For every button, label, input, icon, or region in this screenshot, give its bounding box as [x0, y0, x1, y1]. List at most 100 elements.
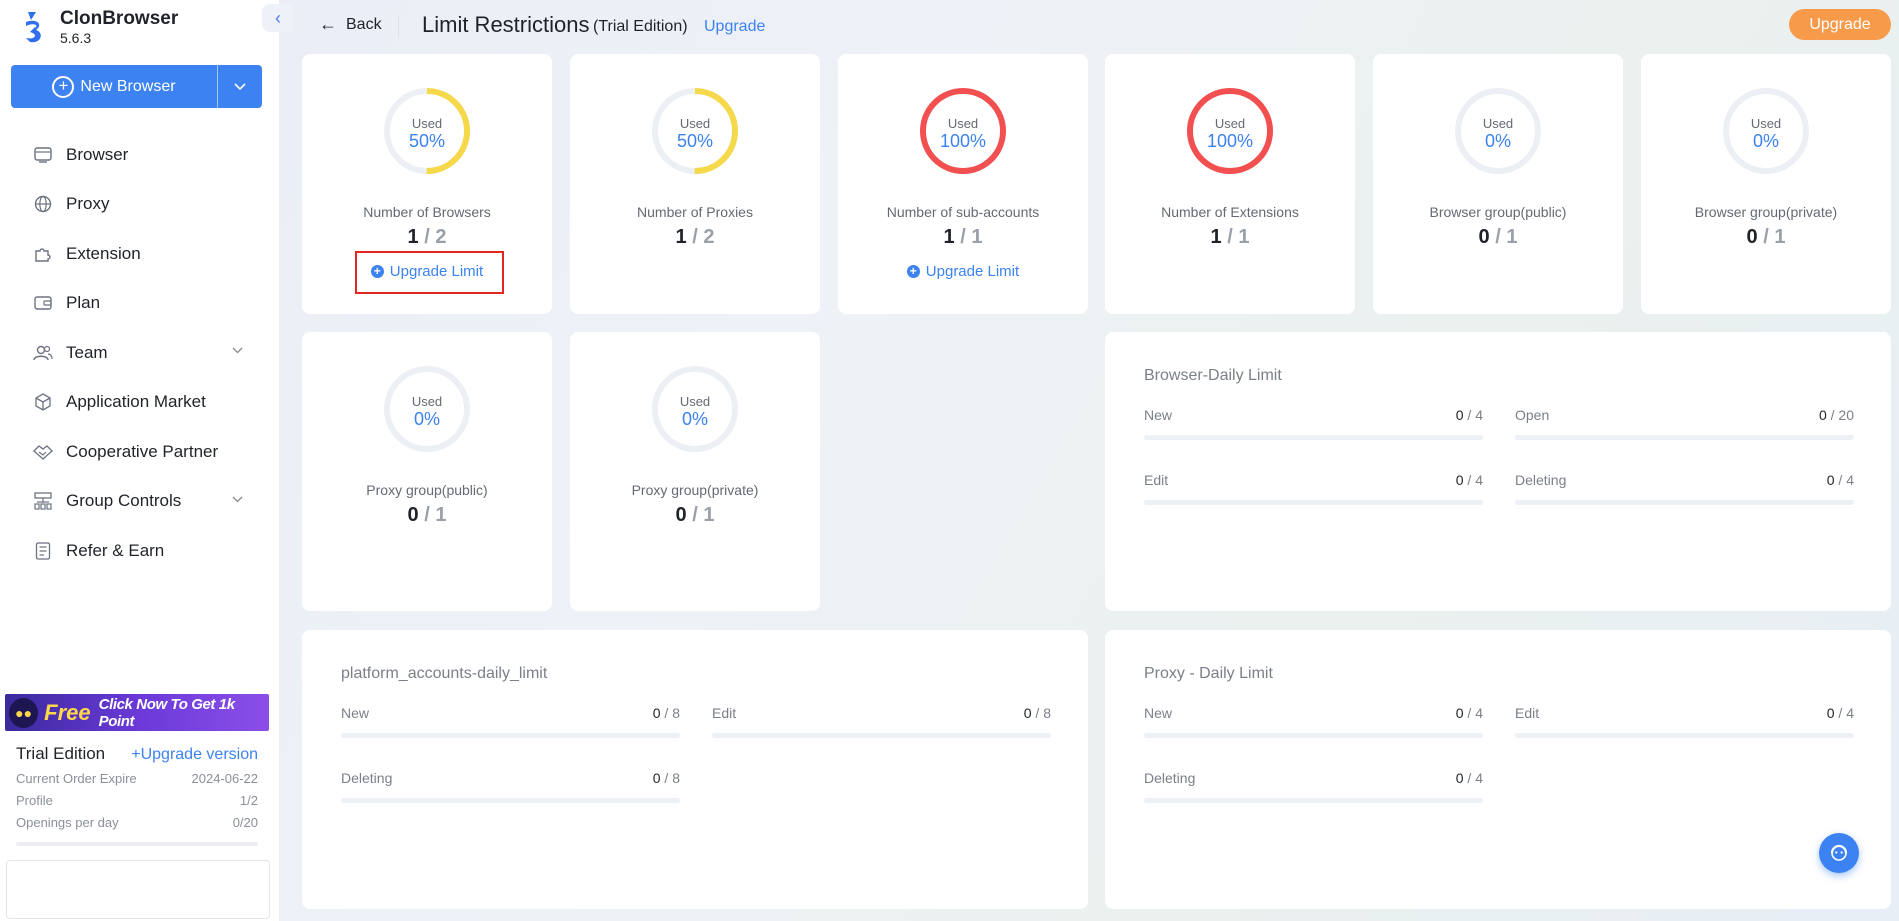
limit-total: 20 [1838, 407, 1854, 423]
plan-row: Current Order Expire 2024-06-22 [16, 771, 258, 786]
progress-bar [1144, 798, 1483, 803]
used-percent: 0% [1484, 131, 1511, 151]
limit-item: Edit 0 / 8 [712, 705, 1051, 738]
stat-label: Number of Browsers [363, 204, 491, 220]
sidebar-item-browser[interactable]: Browser [0, 130, 280, 180]
usage-ring: Used 0% [1454, 87, 1542, 175]
plus-circle-icon: + [906, 264, 920, 278]
total-count: 2 [435, 226, 447, 248]
new-browser-dropdown[interactable] [218, 65, 262, 108]
limit-total: 4 [1846, 705, 1854, 721]
used-percent: 0% [681, 409, 708, 429]
sidebar-item-label: Application Market [66, 392, 206, 412]
browser-icon [33, 145, 53, 165]
sidebar-item-group-controls[interactable]: Group Controls [0, 477, 280, 527]
upgrade-button[interactable]: Upgrade [1789, 9, 1891, 40]
page-subtitle: (Trial Edition) [593, 18, 688, 35]
promo-free: Free [44, 699, 91, 725]
app-version: 5.6.3 [60, 30, 92, 46]
upgrade-limit-button[interactable]: + Upgrade Limit [838, 261, 1088, 281]
limit-total: 8 [672, 705, 680, 721]
brand[interactable]: ClonBrowser 5.6.3 [22, 8, 178, 48]
back-label: Back [346, 15, 382, 33]
limit-total: 4 [1475, 770, 1483, 786]
progress-bar [1144, 733, 1483, 738]
stat-card-browser-group-public: Used 0% Browser group(public) 0 / 1 [1373, 54, 1623, 314]
progress-bar [712, 733, 1051, 738]
promo-banner[interactable]: ●● Free Click Now To Get 1k Point [5, 694, 269, 731]
used-label: Used [1482, 116, 1514, 131]
sidebar-item-cooperative-partner[interactable]: Cooperative Partner [0, 427, 280, 477]
stat-count: 0 / 1 [1746, 226, 1786, 248]
customer-support-button[interactable] [1819, 833, 1859, 873]
used-label: Used [411, 116, 443, 131]
total-count: 1 [971, 226, 983, 248]
sidebar-item-label: Proxy [66, 194, 110, 214]
sidebar-item-plan[interactable]: Plan [0, 279, 280, 329]
plan-row-label: Openings per day [16, 815, 119, 830]
stat-count: 0 / 1 [675, 504, 715, 526]
stat-card-proxy-group-public: Used 0% Proxy group(public) 0 / 1 [302, 332, 552, 611]
sidebar-item-proxy[interactable]: Proxy [0, 180, 280, 230]
used-label: Used [947, 116, 979, 131]
stat-label: Browser group(public) [1429, 204, 1567, 220]
limit-label: New [1144, 407, 1173, 423]
progress-bar [1144, 435, 1483, 440]
upgrade-version-link[interactable]: +Upgrade version [131, 746, 258, 764]
collapse-sidebar-button[interactable]: ‹ [262, 4, 294, 32]
upgrade-limit-label: Upgrade Limit [925, 262, 1020, 280]
sidebar-item-application-market[interactable]: Application Market [0, 378, 280, 428]
limit-used: 0 [1455, 705, 1464, 721]
usage-ring: Used 0% [1722, 87, 1810, 175]
limit-item: New 0 / 4 [1144, 407, 1483, 440]
limit-label: Edit [712, 705, 737, 721]
plan-title: Trial Edition [16, 744, 106, 763]
stat-count: 1 / 2 [675, 226, 715, 248]
sidebar-item-label: Browser [66, 144, 129, 164]
stat-count: 0 / 1 [1478, 226, 1518, 248]
usage-ring: Used 100% [1186, 87, 1274, 175]
support-icon [1830, 844, 1848, 861]
sidebar: ClonBrowser 5.6.3 ‹ + New Browser Browse… [0, 0, 294, 921]
limit-used: 0 [1455, 770, 1464, 786]
used-percent: 0% [413, 409, 440, 429]
robot-icon: ●● [9, 697, 39, 728]
stat-card-browser-group-private: Used 0% Browser group(private) 0 / 1 [1641, 54, 1891, 314]
total-count: 1 [703, 504, 715, 526]
limit-total: 4 [1475, 705, 1483, 721]
limit-label: Edit [1515, 705, 1540, 721]
stat-label: Number of Proxies [637, 204, 753, 220]
new-browser-button[interactable]: + New Browser [11, 65, 262, 108]
sidebar-item-label: Plan [66, 293, 101, 313]
plan-row-label: Current Order Expire [16, 771, 137, 786]
browser-daily-limit-card: Browser-Daily Limit New 0 / 4 Open 0 / 20 … [1105, 332, 1891, 611]
limit-total: 8 [672, 770, 680, 786]
back-button[interactable]: ← Back [319, 14, 382, 35]
stat-count: 1 / 2 [407, 226, 447, 248]
used-label: Used [411, 394, 443, 409]
progress-bar [341, 798, 680, 803]
used-count: 0 [675, 504, 687, 526]
chevron-down-icon [234, 82, 246, 90]
stat-count: 1 / 1 [943, 226, 983, 248]
limit-total: 8 [1043, 705, 1051, 721]
total-count: 1 [1238, 226, 1250, 248]
sidebar-item-extension[interactable]: Extension [0, 229, 280, 279]
new-browser-main[interactable]: + New Browser [11, 65, 217, 108]
divider [398, 15, 399, 37]
upgrade-link[interactable]: Upgrade [704, 18, 765, 36]
used-count: 1 [407, 226, 419, 248]
arrow-left-icon: ← [319, 14, 337, 34]
usage-ring: Used 50% [383, 87, 471, 175]
sidebar-item-team[interactable]: Team [0, 328, 280, 378]
usage-ring: Used 0% [651, 365, 739, 453]
team-icon [33, 343, 53, 363]
card-title: Proxy - Daily Limit [1144, 665, 1273, 682]
sidebar-item-refer-earn[interactable]: Refer & Earn [0, 526, 280, 576]
stat-card-proxies: Used 50% Number of Proxies 1 / 2 [570, 54, 820, 314]
proxy-daily-limit-card: Proxy - Daily Limit New 0 / 4 Edit 0 / 4 D… [1105, 630, 1891, 909]
limit-item: Edit 0 / 4 [1515, 705, 1854, 738]
limit-item: Deleting 0 / 4 [1515, 472, 1854, 505]
used-label: Used [1750, 116, 1782, 131]
limit-item: Edit 0 / 4 [1144, 472, 1483, 505]
